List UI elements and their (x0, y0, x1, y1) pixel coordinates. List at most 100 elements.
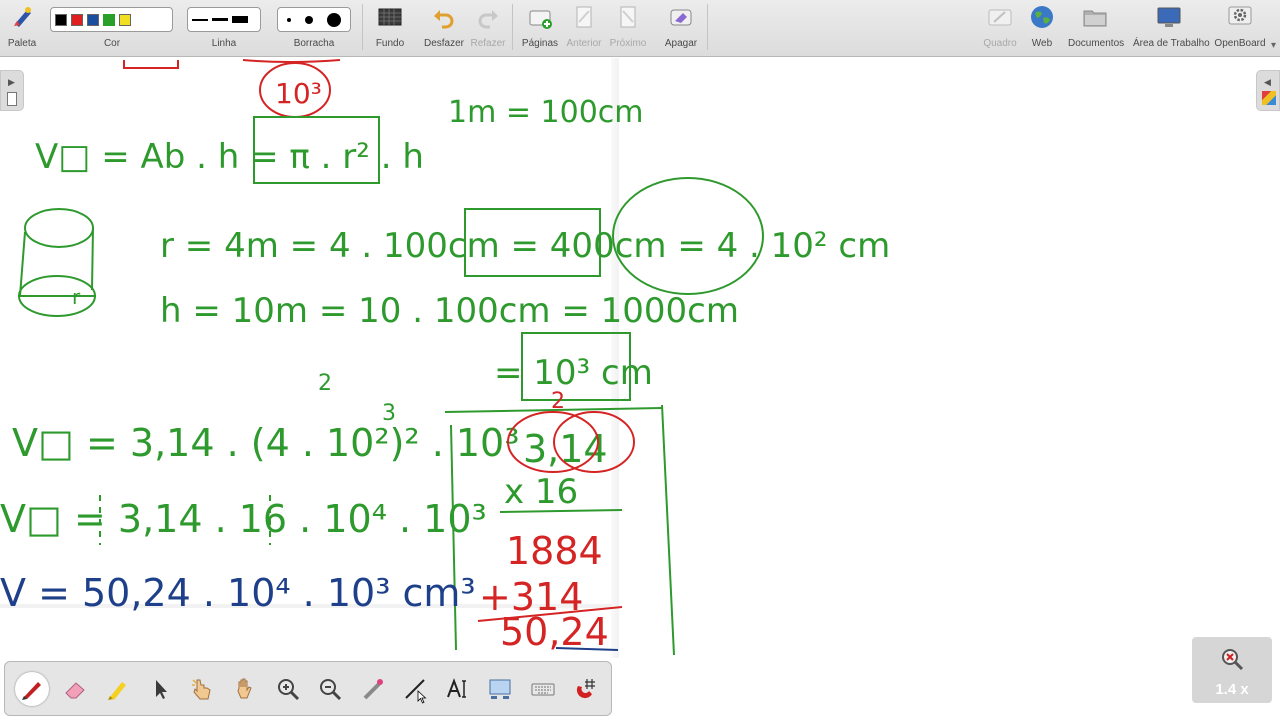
pages-thumbnail-icon (7, 92, 17, 106)
eq-radius: r = 4m = 4 . 100cm = 400cm = 4 . 10² cm (160, 226, 890, 266)
desktop-monitor-icon (1156, 4, 1182, 30)
background-button[interactable]: Fundo (370, 4, 410, 49)
library-icon (1262, 91, 1276, 105)
eraser-icon (65, 682, 85, 699)
eq-volume-3: V = 50,24 . 10⁴ . 10³ cm³ (0, 571, 476, 615)
next-page-icon (615, 4, 641, 30)
zoom-reset-icon[interactable] (1219, 646, 1245, 672)
green-ink-layer: 10³ 1m = 100cm V□ = Ab . h = π . r² . h … (0, 59, 890, 656)
color-label-wrap: Cor (92, 4, 132, 49)
zoom-in-icon (278, 679, 300, 701)
magnifier-tool[interactable] (568, 672, 602, 706)
color-black[interactable] (55, 13, 67, 26)
eraser-tool[interactable] (58, 672, 92, 706)
pen-icon (22, 682, 41, 700)
previous-label: Anterior (566, 38, 602, 49)
palette-label: Paleta (7, 38, 37, 49)
calc-partial-1: 1884 (506, 529, 603, 573)
undo-button[interactable]: Desfazer (424, 4, 464, 49)
redo-icon (475, 4, 501, 30)
previous-page-icon (571, 4, 597, 30)
magnet-icon (576, 679, 595, 699)
exp-three-label: 3 (382, 401, 396, 426)
openboard-menu-button[interactable]: OpenBoard (1214, 4, 1266, 49)
page-bottom-edge (0, 604, 612, 608)
eq-volume-2: V□ = 3,14 . 16 . 10⁴ . 10³ (0, 497, 487, 541)
calc-partial-2: +314 (479, 575, 583, 619)
color-label: Cor (103, 38, 121, 49)
desktop-label: Área de Trabalho (1133, 38, 1210, 49)
board-icon (987, 4, 1013, 30)
palette-icon (9, 4, 35, 30)
openboard-window: Paleta Cor Linha Borracha Fundo Desfazer… (0, 0, 1280, 720)
hand-tool[interactable] (228, 672, 262, 706)
pages-button[interactable]: Páginas (520, 4, 560, 49)
zoom-in-tool[interactable] (271, 672, 305, 706)
cylinder-radius-label: r (72, 285, 81, 309)
virtual-keyboard-tool[interactable] (526, 672, 560, 706)
expand-left-icon: ◀ (1264, 77, 1271, 87)
laser-pointer-icon (363, 679, 383, 700)
color-red[interactable] (71, 13, 83, 26)
line-label: Linha (211, 38, 237, 49)
hand-icon (237, 678, 252, 699)
text-tool[interactable] (441, 672, 475, 706)
zoom-out-tool[interactable] (313, 672, 347, 706)
menu-dropdown-icon[interactable]: ▾ (1271, 40, 1276, 51)
eq-height: h = 10m = 10 . 100cm = 1000cm (160, 291, 739, 331)
eq-volume-1: V□ = 3,14 . (4 . 10²)² . 10³ (12, 421, 519, 465)
stylus-toolbar (4, 661, 612, 716)
redo-button[interactable]: Refazer (468, 4, 508, 49)
text-icon (447, 678, 466, 698)
arrow-cursor-icon (156, 680, 167, 699)
documents-label: Documentos (1068, 38, 1125, 49)
desktop-button[interactable]: Área de Trabalho (1133, 4, 1210, 49)
top-fragment: 10³ (275, 77, 322, 110)
web-button[interactable]: Web (1022, 4, 1062, 49)
keyboard-icon (531, 683, 555, 696)
pen-tool[interactable] (15, 672, 49, 706)
highlighter-icon (108, 682, 126, 700)
openboard-label: OpenBoard (1214, 38, 1266, 49)
zoom-out-icon (320, 679, 342, 701)
next-label: Próximo (609, 38, 647, 49)
eq-volume-formula: V□ = Ab . h = π . r² . h (35, 137, 424, 177)
documents-button[interactable]: Documentos (1068, 4, 1124, 49)
highlighter-tool[interactable] (100, 672, 134, 706)
capture-tool[interactable] (483, 672, 517, 706)
calc-carry: 2 (551, 389, 565, 414)
add-page-icon (527, 4, 553, 30)
web-label: Web (1031, 38, 1053, 49)
right-panel-toggle[interactable]: ◀ (1256, 70, 1280, 111)
calc-times: x 16 (504, 472, 578, 512)
redo-label: Refazer (470, 38, 506, 49)
page-edge-shadow (611, 58, 619, 658)
settings-gear-icon (1227, 4, 1253, 30)
background-grid-icon (377, 4, 403, 30)
select-tool[interactable] (143, 672, 177, 706)
drawing-canvas[interactable]: 10³ 1m = 100cm V□ = Ab . h = π . r² . h … (0, 0, 1280, 720)
undo-icon (431, 4, 457, 30)
pointing-hand-icon (192, 679, 211, 700)
board-button[interactable]: Quadro (980, 4, 1020, 49)
palette-button[interactable]: Paleta (2, 4, 42, 49)
clear-label: Apagar (664, 38, 698, 49)
screen-capture-icon (489, 679, 511, 699)
mouse-cursor-icon (417, 690, 427, 704)
calc-top: 3,14 (523, 427, 608, 471)
undo-label: Desfazer (424, 38, 465, 49)
line-label-wrap: Linha (204, 4, 244, 49)
eq-height-2: = 10³ cm (494, 353, 653, 393)
zoom-indicator[interactable]: 1.4 x (1192, 637, 1272, 703)
previous-button[interactable]: Anterior (564, 4, 604, 49)
left-panel-toggle[interactable]: ▶ (0, 70, 24, 111)
laser-pointer-tool[interactable] (356, 672, 390, 706)
expand-right-icon: ▶ (8, 77, 15, 87)
calc-frame (444, 404, 675, 656)
pages-label: Páginas (521, 38, 559, 49)
interact-tool[interactable] (185, 672, 219, 706)
clear-button[interactable]: Apagar (661, 4, 701, 49)
next-button[interactable]: Próximo (608, 4, 648, 49)
folder-icon (1082, 4, 1108, 30)
clear-page-icon (668, 4, 694, 30)
